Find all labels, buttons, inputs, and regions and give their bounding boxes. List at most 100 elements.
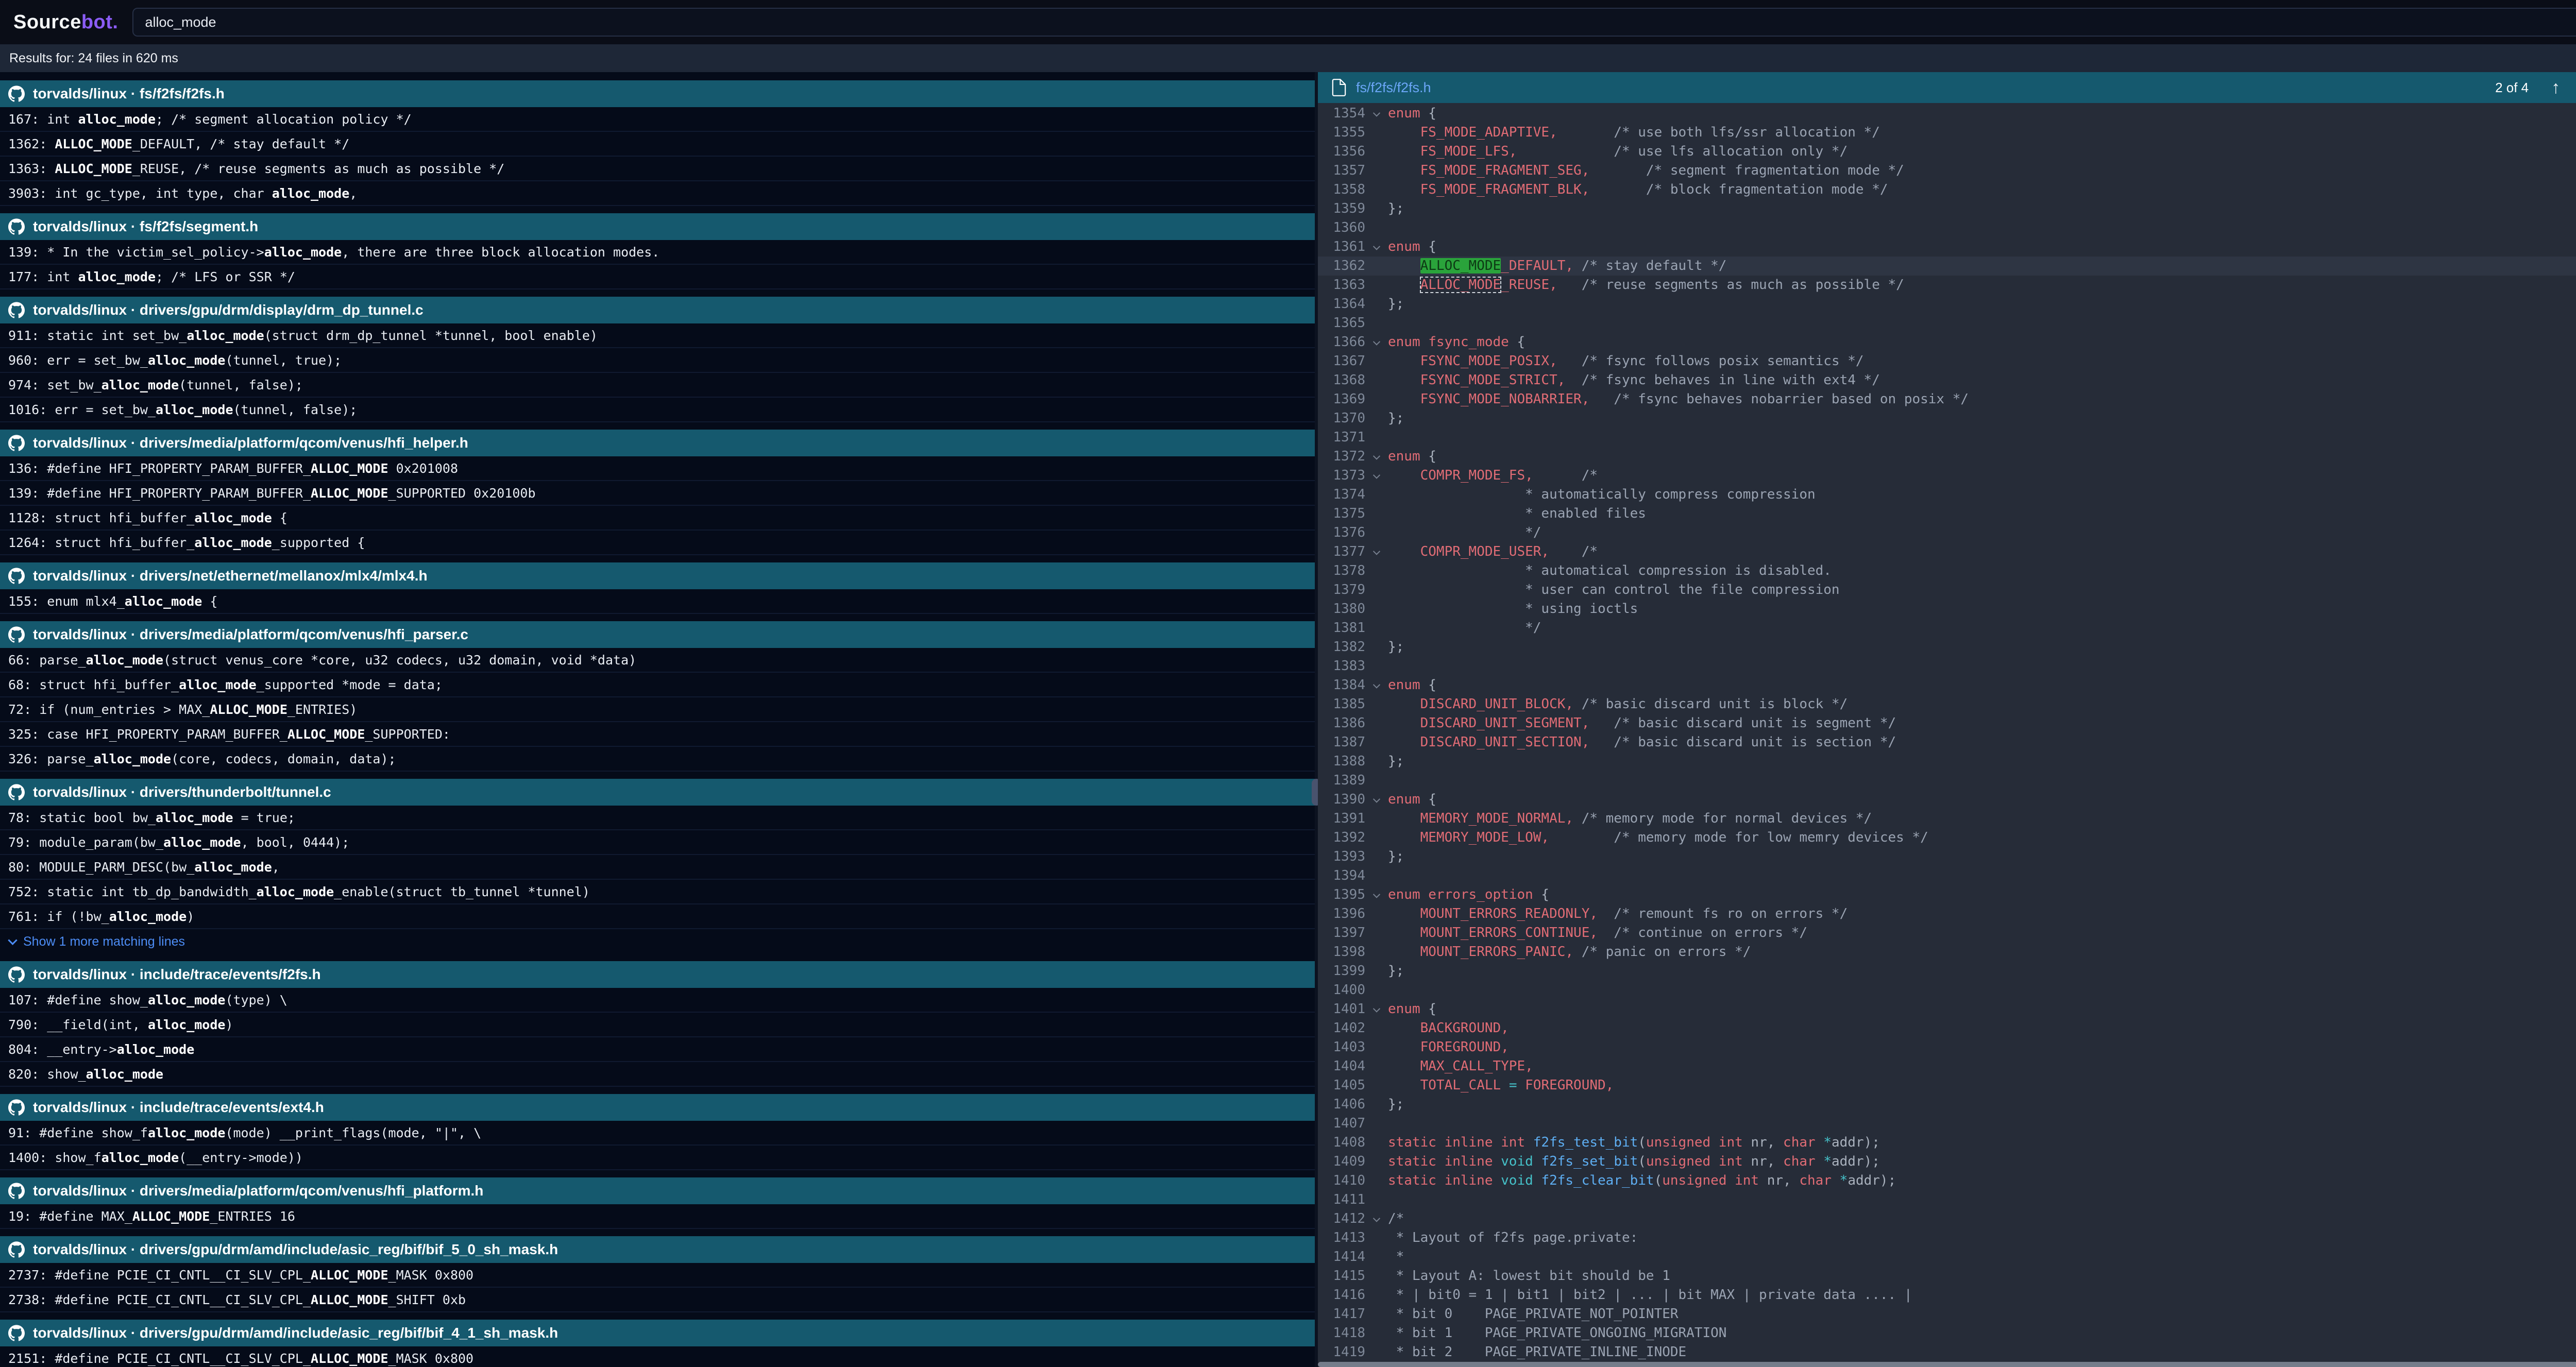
match-line[interactable]: 1128: struct hfi_buffer_alloc_mode { (0, 506, 1315, 531)
match-line[interactable]: 19: #define MAX_ALLOC_MODE_ENTRIES 16 (0, 1204, 1315, 1229)
match-line[interactable]: 79: module_param(bw_alloc_mode, bool, 04… (0, 830, 1315, 855)
line-number[interactable]: 1401 (1318, 1000, 1365, 1019)
match-line[interactable]: 752: static int tb_dp_bandwidth_alloc_mo… (0, 880, 1315, 904)
line-number[interactable]: 1378 (1318, 561, 1365, 580)
line-number[interactable]: 1384 (1318, 676, 1365, 695)
line-number[interactable]: 1407 (1318, 1114, 1365, 1133)
match-line[interactable]: 80: MODULE_PARM_DESC(bw_alloc_mode, (0, 855, 1315, 880)
line-number[interactable]: 1354 (1318, 104, 1365, 123)
line-number[interactable]: 1411 (1318, 1190, 1365, 1209)
line-number[interactable]: 1397 (1318, 924, 1365, 943)
sourcebot-logo[interactable]: Sourcebot. (13, 11, 118, 33)
file-group-header[interactable]: torvalds/linux · drivers/media/platform/… (0, 430, 1315, 456)
match-line[interactable]: 1363: ALLOC_MODE_REUSE, /* reuse segment… (0, 157, 1315, 181)
match-line[interactable]: 804: __entry->alloc_mode (0, 1037, 1315, 1062)
match-line[interactable]: 960: err = set_bw_alloc_mode(tunnel, tru… (0, 348, 1315, 373)
line-number[interactable]: 1383 (1318, 657, 1365, 676)
line-number[interactable]: 1394 (1318, 866, 1365, 885)
line-number[interactable]: 1363 (1318, 276, 1365, 295)
line-number[interactable]: 1418 (1318, 1324, 1365, 1343)
file-group-header[interactable]: torvalds/linux · drivers/thunderbolt/tun… (0, 779, 1315, 806)
line-number[interactable]: 1365 (1318, 314, 1365, 333)
match-line[interactable]: 91: #define show_falloc_mode(mode) __pri… (0, 1121, 1315, 1146)
file-group-header[interactable]: torvalds/linux · include/trace/events/f2… (0, 961, 1315, 988)
match-line[interactable]: 790: __field(int, alloc_mode) (0, 1013, 1315, 1037)
match-line[interactable]: 911: static int set_bw_alloc_mode(struct… (0, 323, 1315, 348)
preview-file-path[interactable]: fs/f2fs/f2fs.h (1356, 80, 1431, 96)
fold-chevron-icon[interactable] (1365, 542, 1388, 561)
prev-match-button[interactable]: ↑ (2551, 79, 2560, 96)
line-number[interactable]: 1359 (1318, 199, 1365, 218)
line-number[interactable]: 1389 (1318, 771, 1365, 790)
fold-chevron-icon[interactable] (1365, 790, 1388, 809)
line-number[interactable]: 1402 (1318, 1019, 1365, 1038)
match-line[interactable]: 1362: ALLOC_MODE_DEFAULT, /* stay defaul… (0, 132, 1315, 157)
line-number[interactable]: 1387 (1318, 733, 1365, 752)
line-number[interactable]: 1392 (1318, 828, 1365, 847)
line-number[interactable]: 1412 (1318, 1209, 1365, 1228)
match-line[interactable]: 72: if (num_entries > MAX_ALLOC_MODE_ENT… (0, 697, 1315, 722)
fold-chevron-icon[interactable] (1365, 1209, 1388, 1228)
horizontal-scrollbar[interactable] (1318, 1362, 2576, 1367)
match-line[interactable]: 325: case HFI_PROPERTY_PARAM_BUFFER_ALLO… (0, 722, 1315, 747)
line-number[interactable]: 1406 (1318, 1095, 1365, 1114)
match-line[interactable]: 326: parse_alloc_mode(core, codecs, doma… (0, 747, 1315, 772)
line-number[interactable]: 1399 (1318, 962, 1365, 981)
line-number[interactable]: 1417 (1318, 1305, 1365, 1324)
line-number[interactable]: 1396 (1318, 904, 1365, 924)
line-number[interactable]: 1361 (1318, 237, 1365, 257)
line-number[interactable]: 1374 (1318, 485, 1365, 504)
fold-chevron-icon[interactable] (1365, 104, 1388, 123)
line-number[interactable]: 1415 (1318, 1267, 1365, 1286)
line-number[interactable]: 1398 (1318, 943, 1365, 962)
line-number[interactable]: 1388 (1318, 752, 1365, 771)
match-line[interactable]: 3903: int gc_type, int type, char alloc_… (0, 181, 1315, 206)
line-number[interactable]: 1367 (1318, 352, 1365, 371)
fold-chevron-icon[interactable] (1365, 676, 1388, 695)
line-number[interactable]: 1362 (1318, 257, 1365, 276)
line-number[interactable]: 1409 (1318, 1152, 1365, 1171)
line-number[interactable]: 1376 (1318, 523, 1365, 542)
show-more-link[interactable]: Show 1 more matching lines (0, 929, 1315, 954)
match-line[interactable]: 974: set_bw_alloc_mode(tunnel, false); (0, 373, 1315, 398)
line-number[interactable]: 1404 (1318, 1057, 1365, 1076)
line-number[interactable]: 1373 (1318, 466, 1365, 485)
file-group-header[interactable]: torvalds/linux · fs/f2fs/segment.h (0, 213, 1315, 240)
line-number[interactable]: 1358 (1318, 180, 1365, 199)
line-number[interactable]: 1414 (1318, 1248, 1365, 1267)
match-line[interactable]: 1264: struct hfi_buffer_alloc_mode_suppo… (0, 531, 1315, 555)
file-group-header[interactable]: torvalds/linux · drivers/gpu/drm/amd/inc… (0, 1236, 1315, 1263)
line-number[interactable]: 1372 (1318, 447, 1365, 466)
line-number[interactable]: 1395 (1318, 885, 1365, 904)
match-line[interactable]: 68: struct hfi_buffer_alloc_mode_support… (0, 673, 1315, 697)
match-line[interactable]: 820: show_alloc_mode (0, 1062, 1315, 1087)
line-number[interactable]: 1366 (1318, 333, 1365, 352)
file-group-header[interactable]: torvalds/linux · include/trace/events/ex… (0, 1094, 1315, 1121)
line-number[interactable]: 1400 (1318, 981, 1365, 1000)
line-number[interactable]: 1369 (1318, 390, 1365, 409)
line-number[interactable]: 1368 (1318, 371, 1365, 390)
fold-chevron-icon[interactable] (1365, 885, 1388, 904)
line-number[interactable]: 1413 (1318, 1228, 1365, 1248)
line-number[interactable]: 1403 (1318, 1038, 1365, 1057)
file-group-header[interactable]: torvalds/linux · drivers/gpu/drm/amd/inc… (0, 1320, 1315, 1346)
line-number[interactable]: 1357 (1318, 161, 1365, 180)
match-line[interactable]: 177: int alloc_mode; /* LFS or SSR */ (0, 265, 1315, 289)
match-line[interactable]: 1400: show_falloc_mode(__entry->mode)) (0, 1146, 1315, 1170)
file-group-header[interactable]: torvalds/linux · drivers/net/ethernet/me… (0, 562, 1315, 589)
fold-chevron-icon[interactable] (1365, 447, 1388, 466)
match-line[interactable]: 2737: #define PCIE_CI_CNTL__CI_SLV_CPL_A… (0, 1263, 1315, 1288)
match-line[interactable]: 155: enum mlx4_alloc_mode { (0, 589, 1315, 614)
line-number[interactable]: 1408 (1318, 1133, 1365, 1152)
match-line[interactable]: 139: #define HFI_PROPERTY_PARAM_BUFFER_A… (0, 481, 1315, 506)
match-line[interactable]: 167: int alloc_mode; /* segment allocati… (0, 107, 1315, 132)
match-line[interactable]: 761: if (!bw_alloc_mode) (0, 904, 1315, 929)
match-line[interactable]: 139: * In the victim_sel_policy->alloc_m… (0, 240, 1315, 265)
match-line[interactable]: 1016: err = set_bw_alloc_mode(tunnel, fa… (0, 398, 1315, 422)
line-number[interactable]: 1381 (1318, 619, 1365, 638)
match-line[interactable]: 2151: #define PCIE_CI_CNTL__CI_SLV_CPL_A… (0, 1346, 1315, 1367)
line-number[interactable]: 1364 (1318, 295, 1365, 314)
match-line[interactable]: 107: #define show_alloc_mode(type) \ (0, 988, 1315, 1013)
line-number[interactable]: 1390 (1318, 790, 1365, 809)
line-number[interactable]: 1355 (1318, 123, 1365, 142)
